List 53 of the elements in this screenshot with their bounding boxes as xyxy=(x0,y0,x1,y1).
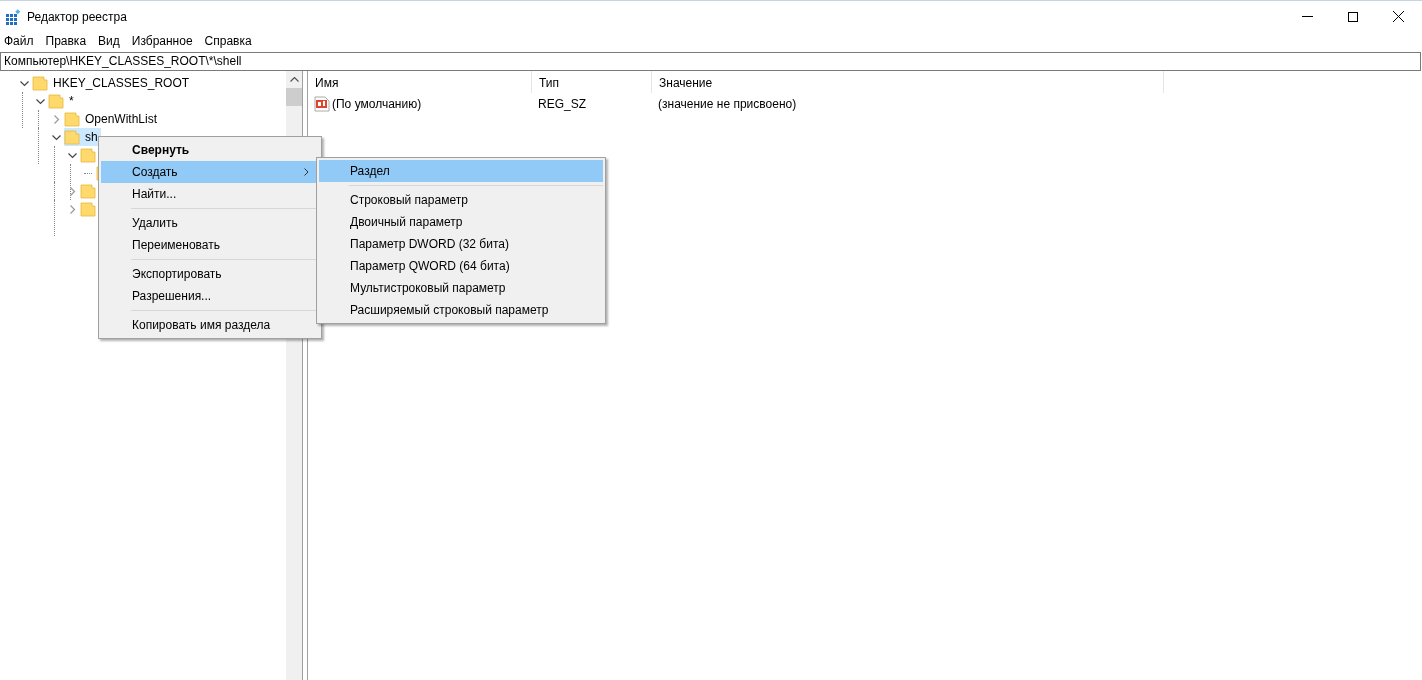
chevron-right-icon[interactable] xyxy=(51,114,61,124)
column-header[interactable]: Тип xyxy=(532,71,652,93)
menu-item[interactable]: Создать xyxy=(101,161,319,183)
menu-item[interactable]: Раздел xyxy=(319,160,603,182)
menu-item[interactable]: Разрешения... xyxy=(101,285,319,307)
string-value-icon xyxy=(314,96,330,112)
menu-item[interactable]: Параметр QWORD (64 бита) xyxy=(319,255,603,277)
tree-node[interactable] xyxy=(80,146,99,164)
column-header[interactable]: Имя xyxy=(308,71,532,93)
folder-icon xyxy=(64,129,80,145)
tree-node[interactable] xyxy=(80,182,99,200)
menu-item[interactable]: Экспортировать xyxy=(101,263,319,285)
menu-item[interactable]: Копировать имя раздела xyxy=(101,314,319,336)
tree-node[interactable]: OpenWithList xyxy=(64,110,161,128)
tree-node[interactable]: * xyxy=(48,92,77,110)
menu-bar-item[interactable]: Файл xyxy=(4,34,34,48)
tree-node[interactable]: HKEY_CLASSES_ROOT xyxy=(32,74,193,92)
menu-bar-item[interactable]: Справка xyxy=(204,34,252,48)
folder-icon xyxy=(80,183,96,199)
menu-item[interactable]: Свернуть xyxy=(101,139,319,161)
chevron-down-icon[interactable] xyxy=(35,96,45,106)
menu-item[interactable]: Параметр DWORD (32 бита) xyxy=(319,233,603,255)
folder-icon xyxy=(48,93,64,109)
close-icon[interactable] xyxy=(1393,11,1404,22)
folder-icon xyxy=(80,201,96,217)
chevron-right-icon[interactable] xyxy=(67,186,77,196)
window-title: Редактор реестра xyxy=(27,9,128,24)
menu-bar-item[interactable]: Избранное xyxy=(131,34,193,48)
menu-item[interactable]: Двоичный параметр xyxy=(319,211,603,233)
menu-item[interactable]: Найти... xyxy=(101,183,319,205)
registry-icon xyxy=(5,8,21,25)
tree-node[interactable] xyxy=(80,200,99,218)
column-header[interactable]: Значение xyxy=(652,71,1164,93)
menu-item[interactable]: Удалить xyxy=(101,212,319,234)
table-cell-text: (значение не присвоено) xyxy=(657,97,798,111)
scroll-thumb[interactable] xyxy=(286,88,302,106)
folder-icon xyxy=(32,75,48,91)
chevron-down-icon[interactable] xyxy=(51,132,61,142)
address-field[interactable]: Компьютер\HKEY_CLASSES_ROOT\*\shell xyxy=(0,52,1421,71)
chevron-down-icon[interactable] xyxy=(67,150,77,160)
menu-item[interactable]: Мультистроковый параметр xyxy=(319,277,603,299)
table-cell-text: REG_SZ xyxy=(537,97,587,111)
maximize-icon[interactable] xyxy=(1348,11,1358,22)
menu-item[interactable]: Расширяемый строковый параметр xyxy=(319,299,603,321)
tree-node[interactable]: sh xyxy=(64,128,101,146)
scroll-up-icon[interactable] xyxy=(289,77,299,82)
menu-item[interactable]: Переименовать xyxy=(101,234,319,256)
chevron-right-icon[interactable] xyxy=(67,204,77,214)
menu-bar-item[interactable]: Правка xyxy=(45,34,87,48)
menu-bar-item[interactable]: Вид xyxy=(98,34,120,48)
table-cell: (По умолчанию) xyxy=(332,97,422,111)
menu-item[interactable]: Строковый параметр xyxy=(319,189,603,211)
chevron-down-icon[interactable] xyxy=(19,78,29,88)
